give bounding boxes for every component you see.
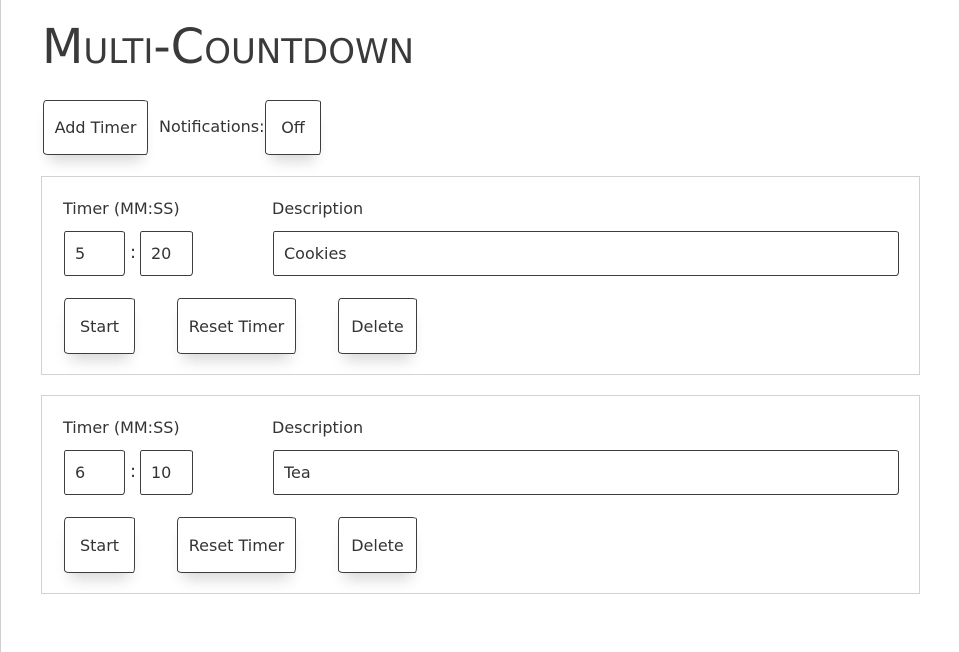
start-button[interactable]: Start	[64, 517, 135, 573]
page-title: Multi-Countdown	[42, 19, 415, 75]
description-input[interactable]	[273, 450, 899, 495]
description-label: Description	[272, 418, 364, 437]
timer-card: Timer (MM:SS) Description : Start Reset …	[41, 395, 920, 594]
seconds-input[interactable]	[140, 450, 193, 495]
minutes-input[interactable]	[64, 231, 125, 276]
timer-label: Timer (MM:SS)	[63, 199, 180, 218]
timer-card: Timer (MM:SS) Description : Start Reset …	[41, 176, 920, 375]
description-input[interactable]	[273, 231, 899, 276]
delete-button[interactable]: Delete	[338, 298, 417, 354]
delete-button[interactable]: Delete	[338, 517, 417, 573]
reset-timer-button[interactable]: Reset Timer	[177, 517, 296, 573]
page: Multi-Countdown Add Timer Notifications:…	[0, 0, 958, 652]
time-separator: :	[130, 242, 137, 263]
notifications-label: Notifications:	[159, 117, 265, 136]
seconds-input[interactable]	[140, 231, 193, 276]
reset-timer-button[interactable]: Reset Timer	[177, 298, 296, 354]
timer-label: Timer (MM:SS)	[63, 418, 180, 437]
start-button[interactable]: Start	[64, 298, 135, 354]
description-label: Description	[272, 199, 364, 218]
minutes-input[interactable]	[64, 450, 125, 495]
time-separator: :	[130, 461, 137, 482]
notifications-toggle-button[interactable]: Off	[265, 100, 321, 155]
add-timer-button[interactable]: Add Timer	[43, 100, 148, 155]
